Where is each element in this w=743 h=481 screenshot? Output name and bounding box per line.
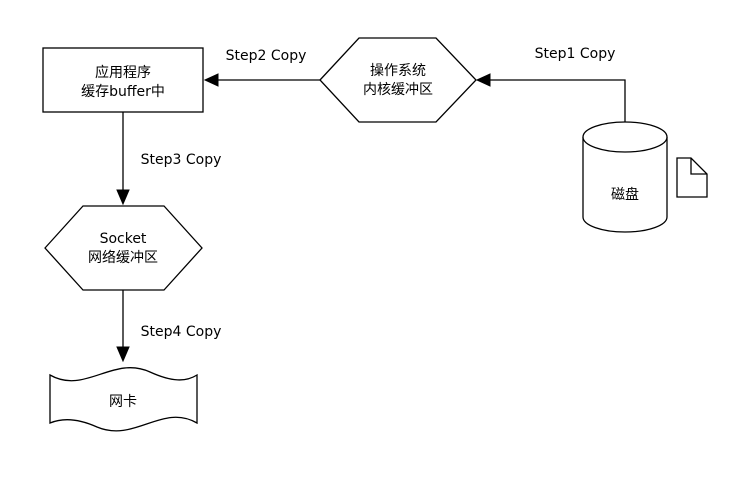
nic-label: 网卡 [109,394,137,410]
edge-step4: Step4 Copy [116,290,222,363]
edge-step1-arrowhead [475,73,491,87]
edge-step3-label: Step3 Copy [141,152,222,168]
flow-diagram: Step1 Copy Step2 Copy Step3 Copy Step4 C… [42,37,708,432]
os-buffer-label-line1: 操作系统 [370,63,426,79]
node-socket-buffer: Socket 网络缓冲区 [44,205,203,291]
app-buffer-label-line2: 缓存buffer中 [81,84,165,100]
edge-step4-label: Step4 Copy [141,324,222,340]
node-os-buffer: 操作系统 内核缓冲区 [319,37,477,123]
os-buffer-hexagon [319,37,477,123]
socket-buffer-hexagon [44,205,203,291]
edge-step1: Step1 Copy [475,46,626,122]
edge-step1-line [488,79,626,122]
edge-step3-arrowhead [116,189,130,206]
os-buffer-label-line2: 内核缓冲区 [363,82,433,98]
edge-step4-arrowhead [116,346,130,363]
edge-step3: Step3 Copy [116,112,222,206]
disk-label: 磁盘 [611,186,639,203]
node-app-buffer: 应用程序 缓存buffer中 [42,47,204,113]
document-icon [676,157,708,198]
disk-cylinder-top [582,121,668,153]
socket-buffer-label-line2: 网络缓冲区 [88,250,158,266]
edge-step2: Step2 Copy [203,48,320,87]
app-buffer-label-line1: 应用程序 [95,64,151,81]
edge-step2-label: Step2 Copy [226,48,307,64]
socket-buffer-label-line1: Socket [100,231,147,247]
node-disk: 磁盘 [582,121,668,233]
document-icon-outline [676,157,708,198]
edge-step1-label: Step1 Copy [535,46,616,62]
node-nic: 网卡 [49,367,198,432]
edge-step2-arrowhead [203,73,219,87]
